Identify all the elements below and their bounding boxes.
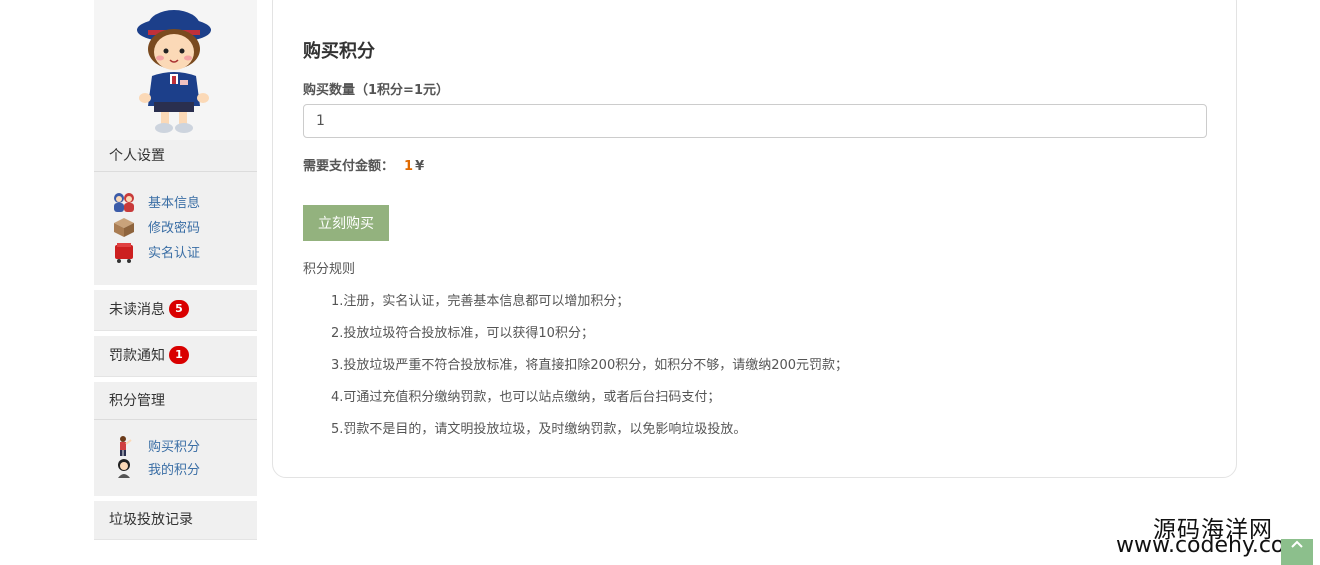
person-icon — [112, 457, 136, 481]
sidebar-item-label: 我的积分 — [148, 463, 201, 478]
chevron-up-icon — [1291, 540, 1303, 548]
sidebar-item-label: 实名认证 — [148, 246, 201, 261]
personal-settings-heading: 个人设置 — [94, 140, 257, 172]
users-icon — [112, 190, 136, 214]
avatar — [94, 0, 257, 143]
sidebar-item-label: 垃圾投放记录 — [109, 512, 193, 528]
pay-amount-label: 需要支付金额： — [303, 159, 395, 174]
sidebar-item-my-points[interactable]: 我的积分 — [94, 457, 257, 480]
sidebar: 个人设置 基本信息 修改密码 实名认证 未读消息 5 罚款通知 1 积分管理 购… — [94, 0, 257, 565]
watermark-url: www.codehy.com — [1116, 533, 1306, 558]
rule-item: 2.投放垃圾符合投放标准，可以获得10积分； — [331, 326, 594, 341]
person-pointing-icon — [112, 434, 136, 458]
currency-symbol: ¥ — [415, 159, 425, 174]
pay-amount-row: 需要支付金额： 1 ¥ — [303, 155, 424, 174]
sidebar-item-disposal-records[interactable]: 垃圾投放记录 — [94, 501, 257, 540]
unread-count-badge: 5 — [169, 300, 189, 318]
sidebar-item-change-password[interactable]: 修改密码 — [94, 214, 257, 239]
rule-item: 3.投放垃圾严重不符合投放标准，将直接扣除200积分，如积分不够，请缴纳200元… — [331, 358, 849, 373]
sidebar-item-label: 修改密码 — [148, 221, 201, 236]
sidebar-item-unread-messages[interactable]: 未读消息 5 — [94, 290, 257, 331]
sidebar-item-label: 购买积分 — [148, 440, 201, 455]
fine-count-badge: 1 — [169, 346, 189, 364]
rules-title: 积分规则 — [303, 262, 356, 277]
rule-item: 5.罚款不是目的，请文明投放垃圾，及时缴纳罚款，以免影响垃圾投放。 — [331, 422, 747, 437]
rule-item: 1.注册，实名认证，完善基本信息都可以增加积分； — [331, 294, 630, 309]
quantity-label: 购买数量（1积分=1元） — [303, 83, 449, 98]
cart-icon — [112, 240, 136, 264]
sidebar-item-real-name[interactable]: 实名认证 — [94, 239, 257, 264]
quantity-input[interactable] — [303, 104, 1207, 138]
rule-item: 4.可通过充值积分缴纳罚款，也可以站点缴纳，或者后台扫码支付； — [331, 390, 721, 405]
box-icon — [112, 215, 136, 239]
sidebar-item-label: 基本信息 — [148, 196, 201, 211]
buy-now-button[interactable]: 立刻购买 — [303, 205, 389, 241]
sidebar-item-fine-notices[interactable]: 罚款通知 1 — [94, 336, 257, 377]
sidebar-item-label: 未读消息 — [109, 302, 165, 318]
sidebar-item-buy-points[interactable]: 购买积分 — [94, 434, 257, 457]
points-management-heading: 积分管理 — [94, 382, 257, 420]
student-avatar-icon — [137, 10, 211, 133]
pay-amount-value: 1 — [404, 159, 414, 174]
sidebar-item-label: 罚款通知 — [109, 348, 165, 364]
personal-settings-panel: 个人设置 基本信息 修改密码 实名认证 — [94, 140, 257, 285]
sidebar-item-basic-info[interactable]: 基本信息 — [94, 189, 257, 214]
back-to-top-button[interactable] — [1281, 539, 1313, 565]
rules-list: 1.注册，实名认证，完善基本信息都可以增加积分； 2.投放垃圾符合投放标准，可以… — [331, 290, 848, 450]
page-title: 购买积分 — [303, 41, 375, 62]
points-management-panel: 积分管理 购买积分 我的积分 — [94, 382, 257, 496]
